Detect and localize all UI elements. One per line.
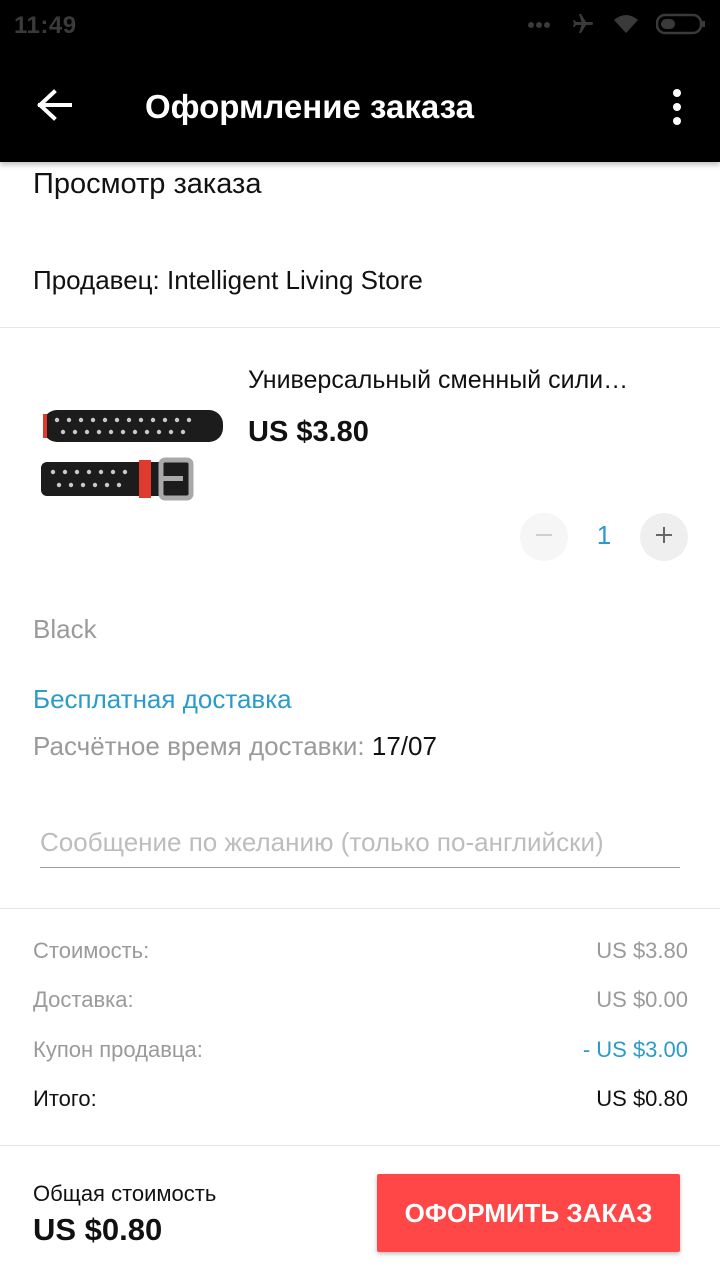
summary-row-coupon[interactable]: Купон продавца: - US $3.00 xyxy=(33,1037,688,1063)
plus-icon xyxy=(654,525,674,550)
divider xyxy=(0,327,720,328)
coupon-value: - US $3.00 xyxy=(582,1037,688,1062)
divider xyxy=(0,908,720,909)
airplane-icon xyxy=(570,12,596,41)
more-menu-button[interactable] xyxy=(662,82,692,132)
wifi-icon xyxy=(612,13,640,40)
seller-name[interactable]: Продавец: Intelligent Living Store xyxy=(33,265,423,296)
product-variant: Black xyxy=(33,614,97,644)
app-bar: Оформление заказа xyxy=(0,52,720,162)
order-review-title: Просмотр заказа xyxy=(33,168,262,200)
battery-icon xyxy=(655,13,706,40)
total-value: US $0.80 xyxy=(596,1086,688,1111)
summary-row-cost: Стоимость: US $3.80 xyxy=(33,938,688,964)
quantity-value: 1 xyxy=(596,520,612,550)
product-price: US $3.80 xyxy=(248,416,369,448)
status-icons xyxy=(528,12,706,40)
page-title: Оформление заказа xyxy=(145,88,474,125)
place-order-button[interactable]: ОФОРМИТЬ ЗАКАЗ xyxy=(377,1174,680,1252)
shipping-value: US $0.00 xyxy=(596,987,688,1012)
grand-total-value: US $0.80 xyxy=(33,1212,163,1247)
shipping-label: Доставка: xyxy=(33,987,134,1012)
status-bar: 11:49 xyxy=(0,0,720,52)
quantity-decrease-button[interactable] xyxy=(520,513,568,561)
back-button[interactable] xyxy=(26,79,82,135)
delivery-estimate: Расчётное время доставки: 17/07 xyxy=(33,731,437,762)
grand-total-label: Общая стоимость xyxy=(33,1181,217,1206)
cost-label: Стоимость: xyxy=(33,938,150,963)
product-image[interactable] xyxy=(33,370,233,560)
delivery-estimate-date: 17/07 xyxy=(371,731,437,761)
total-label: Итого: xyxy=(33,1086,97,1111)
signal-dots-icon xyxy=(528,17,554,35)
free-shipping-link[interactable]: Бесплатная доставка xyxy=(33,684,292,715)
checkout-bar: Общая стоимость US $0.80 ОФОРМИТЬ ЗАКАЗ xyxy=(0,1146,720,1280)
delivery-estimate-label: Расчётное время доставки: xyxy=(33,731,365,761)
coupon-label: Купон продавца: xyxy=(33,1037,203,1062)
status-time: 11:49 xyxy=(14,12,77,39)
minus-icon xyxy=(534,525,554,550)
summary-row-shipping: Доставка: US $0.00 xyxy=(33,987,688,1013)
product-name[interactable]: Универсальный сменный сили… xyxy=(248,366,688,395)
more-vert-icon xyxy=(673,89,681,97)
arrow-back-icon xyxy=(36,88,72,126)
quantity-increase-button[interactable] xyxy=(640,513,688,561)
seller-message-input[interactable] xyxy=(40,818,680,868)
summary-row-total: Итого: US $0.80 xyxy=(33,1086,688,1112)
cost-value: US $3.80 xyxy=(596,938,688,963)
